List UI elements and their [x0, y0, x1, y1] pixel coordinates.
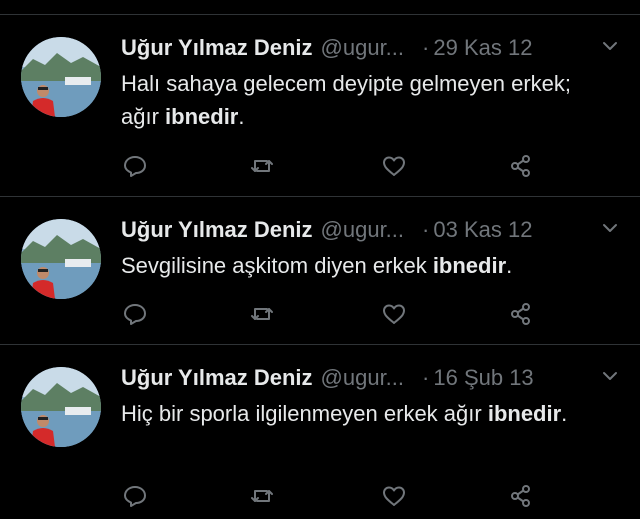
tweet-item[interactable]: Uğur Yılmaz Deniz @ugur... · 29 Kas 12 H… [0, 15, 640, 197]
chevron-down-icon[interactable] [599, 35, 621, 57]
share-icon[interactable] [507, 482, 535, 510]
tweet-header: Uğur Yılmaz Deniz @ugur... · 16 Şub 13 [121, 363, 621, 393]
tweet-text-bold: ibnedir [165, 104, 239, 129]
tweet-text-end: . [238, 104, 245, 129]
tweet-item[interactable]: Uğur Yılmaz Deniz @ugur... · 16 Şub 13 H… [0, 345, 640, 519]
tweet-actions [121, 482, 541, 510]
separator-dot: · [422, 217, 430, 242]
avatar[interactable] [21, 219, 101, 299]
heart-icon[interactable] [380, 482, 408, 510]
reply-icon[interactable] [121, 300, 149, 328]
tweet-header: Uğur Yılmaz Deniz @ugur... · 29 Kas 12 [121, 33, 621, 63]
tweet-actions [121, 300, 541, 328]
retweet-icon[interactable] [248, 482, 276, 510]
avatar[interactable] [21, 37, 101, 117]
tweet-text: Halı sahaya gelecem deyipte gelmeyen erk… [121, 67, 601, 133]
reply-icon[interactable] [121, 482, 149, 510]
chevron-down-icon[interactable] [599, 365, 621, 387]
author-handle[interactable]: @ugur... [321, 217, 405, 243]
heart-icon[interactable] [380, 152, 408, 180]
tweet-text-end: . [561, 401, 568, 426]
author-name[interactable]: Uğur Yılmaz Deniz [121, 217, 313, 243]
tweet-date[interactable]: 29 Kas 12 [433, 35, 532, 61]
retweet-icon[interactable] [248, 300, 276, 328]
share-icon[interactable] [507, 300, 535, 328]
tweet-text-part: Sevgilisine aşkitom diyen erkek [121, 253, 433, 278]
avatar[interactable] [21, 367, 101, 447]
separator-dot: · [422, 365, 430, 390]
author-handle[interactable]: @ugur... [321, 35, 405, 61]
tweet-text-end: . [506, 253, 513, 278]
share-icon[interactable] [507, 152, 535, 180]
tweet-text: Sevgilisine aşkitom diyen erkek ibnedir. [121, 249, 601, 282]
tweet-text-bold: ibnedir [432, 253, 507, 278]
author-handle[interactable]: @ugur... [321, 365, 405, 391]
tweet-date[interactable]: 16 Şub 13 [433, 365, 533, 391]
heart-icon[interactable] [380, 300, 408, 328]
tweet-item[interactable]: Uğur Yılmaz Deniz @ugur... · 03 Kas 12 S… [0, 197, 640, 345]
separator-dot: · [422, 35, 430, 60]
reply-icon[interactable] [121, 152, 149, 180]
chevron-down-icon[interactable] [599, 217, 621, 239]
tweet-text: Hiç bir sporla ilgilenmeyen erkek ağır i… [121, 397, 601, 430]
author-name[interactable]: Uğur Yılmaz Deniz [121, 365, 313, 391]
tweet-header: Uğur Yılmaz Deniz @ugur... · 03 Kas 12 [121, 215, 621, 245]
author-name[interactable]: Uğur Yılmaz Deniz [121, 35, 313, 61]
tweet-date[interactable]: 03 Kas 12 [433, 217, 532, 243]
retweet-icon[interactable] [248, 152, 276, 180]
tweet-actions [121, 152, 541, 180]
tweet-text-part: Hiç bir sporla ilgilenmeyen erkek ağır [121, 401, 488, 426]
tweet-text-bold: ibnedir [487, 401, 562, 426]
